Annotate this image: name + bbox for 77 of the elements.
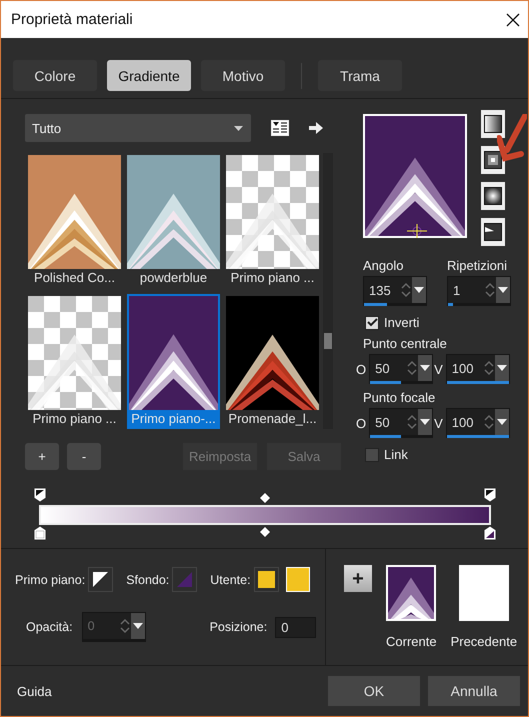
background-swatch[interactable]	[172, 567, 198, 592]
axis-label: O	[356, 416, 366, 430]
axis-label: V	[434, 362, 443, 376]
point-label: Punto centrale	[363, 336, 448, 351]
color-swatch[interactable]	[286, 567, 310, 592]
position-label: Posizione:	[210, 620, 268, 634]
radial-gradient-icon	[484, 187, 502, 205]
midpoint-handle[interactable]	[260, 526, 270, 536]
caret-icon[interactable]	[412, 277, 426, 303]
tab[interactable]: Trama	[318, 60, 402, 91]
previous-swatch	[458, 565, 509, 621]
link-label: Link	[384, 447, 408, 462]
color-stop-handle[interactable]	[483, 486, 497, 502]
link-checkbox[interactable]	[365, 448, 379, 462]
axis-label: V	[434, 416, 443, 430]
caret-icon[interactable]	[418, 355, 432, 381]
color-stop-handle[interactable]	[33, 524, 47, 540]
axis-label: O	[356, 362, 366, 376]
gradient-item[interactable]: Primo piano ...	[226, 153, 319, 288]
number-field[interactable]: 100	[446, 354, 510, 384]
rectangular-gradient-icon	[484, 151, 502, 169]
linear-gradient-icon	[484, 115, 502, 133]
number-field[interactable]: 50	[369, 408, 434, 438]
tab[interactable]: Gradiente	[107, 60, 191, 91]
remove-button[interactable]: -	[67, 443, 101, 470]
previous-label: Precedente	[450, 634, 518, 649]
cancel-button[interactable]: Annulla	[428, 676, 520, 706]
caret-icon[interactable]	[494, 355, 509, 381]
category-dropdown[interactable]: Tutto	[25, 114, 251, 142]
opacity-label: Opacità:	[26, 620, 73, 634]
gradient-item[interactable]: powderblue	[127, 153, 220, 288]
caret-icon[interactable]	[494, 409, 509, 435]
ok-button[interactable]: OK	[328, 676, 420, 706]
gradient-item[interactable]: Primo piano-...	[127, 294, 220, 429]
gradient-style-button[interactable]	[481, 146, 505, 174]
number-field[interactable]: 135	[363, 276, 427, 306]
gradient-bar[interactable]	[39, 504, 491, 524]
add-button[interactable]: +	[25, 443, 59, 470]
midpoint-handle[interactable]	[260, 492, 270, 502]
sunburst-gradient-icon	[484, 223, 502, 241]
help-link[interactable]: Guida	[17, 684, 328, 698]
background-label: Sfondo:	[126, 572, 170, 586]
user-swatch[interactable]	[254, 567, 279, 592]
scrollbar[interactable]	[323, 153, 333, 429]
arrow-right-icon[interactable]	[309, 122, 323, 134]
position-field[interactable]: 0	[275, 616, 316, 638]
gradient-item[interactable]: Promenade_l...	[226, 294, 319, 429]
caret-icon[interactable]	[496, 277, 510, 303]
number-field[interactable]: 1	[447, 276, 511, 306]
add-button[interactable]: +	[344, 565, 372, 592]
current-label: Corrente	[386, 634, 437, 649]
caret-icon	[234, 126, 243, 130]
gradient-item[interactable]: Polished Co...	[28, 153, 121, 288]
close-icon[interactable]	[506, 12, 520, 26]
color-stop-handle[interactable]	[33, 486, 47, 502]
window-title: Proprietà materiali	[11, 11, 133, 28]
number-field[interactable]: 50	[369, 354, 434, 384]
user-label: Utente:	[210, 572, 251, 586]
annotation-arrow	[497, 114, 527, 164]
gradient-style-button[interactable]	[481, 182, 505, 210]
gradient-style-button[interactable]	[481, 218, 505, 246]
gradient-item[interactable]: Primo piano ...	[28, 294, 121, 429]
crosshair-icon[interactable]	[407, 224, 427, 238]
point-label: Punto focale	[363, 390, 436, 405]
angle-label: Angolo	[363, 258, 404, 273]
tab[interactable]: Motivo	[201, 60, 285, 91]
list-view-icon[interactable]	[271, 120, 289, 136]
invert-checkbox[interactable]	[365, 316, 379, 330]
foreground-swatch[interactable]	[88, 567, 114, 592]
gradient-style-button[interactable]	[481, 110, 505, 138]
caret-icon[interactable]	[418, 409, 432, 435]
number-field[interactable]: 100	[446, 408, 510, 438]
invert-label: Inverti	[384, 315, 420, 330]
repeats-label: Ripetizioni	[447, 258, 508, 273]
foreground-label: Primo piano:	[15, 572, 86, 586]
tab[interactable]: Colore	[13, 60, 97, 91]
color-stop-handle[interactable]	[483, 524, 497, 540]
